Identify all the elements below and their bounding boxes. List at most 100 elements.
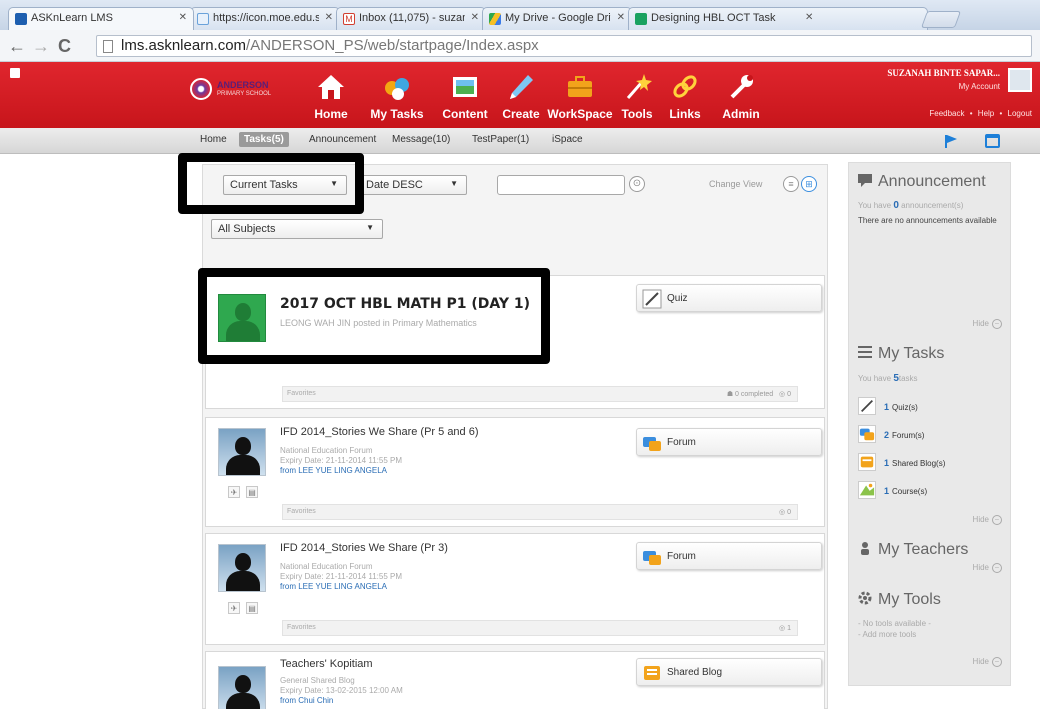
browser-tab-lms[interactable]: ASKnLearn LMS ✕ <box>8 7 194 30</box>
browser-tab-sheets[interactable]: Designing HBL OCT Task ✕ <box>628 7 928 30</box>
menu-workspace[interactable]: WorkSpace <box>540 62 620 128</box>
hide-tasks-button[interactable]: Hide – <box>973 515 1002 525</box>
change-view-label: Change View <box>709 179 763 189</box>
list-view-icon[interactable]: ≡ <box>783 176 799 192</box>
forum-icon <box>643 437 661 451</box>
subnav-message[interactable]: Message(10) <box>392 134 450 145</box>
browser-tabstrip: ASKnLearn LMS ✕ https://icon.moe.edu.sg/… <box>0 0 1040 30</box>
url-path: /ANDERSON_PS/web/startpage/Index.aspx <box>246 37 539 54</box>
subnav-ispace[interactable]: iSpace <box>552 134 583 145</box>
forum-icon <box>858 425 876 443</box>
comment-icon: ◎ <box>779 625 786 632</box>
author-avatar <box>218 544 266 592</box>
flag-icon[interactable] <box>944 134 958 148</box>
favorites-bar[interactable]: Favorites ◎ 0 <box>282 504 798 520</box>
hide-tools-button[interactable]: Hide – <box>973 657 1002 667</box>
task-from: from LEE YUE LING ANGELA <box>280 466 388 475</box>
menu-admin[interactable]: Admin <box>718 62 764 128</box>
grid-view-icon[interactable]: ⊞ <box>801 176 817 192</box>
logout-link[interactable]: Logout <box>1008 109 1032 118</box>
calendar-icon[interactable] <box>985 134 1000 148</box>
menu-content[interactable]: Content <box>436 62 494 128</box>
chevron-down-icon: ▼ <box>450 179 458 188</box>
no-tools-text: - No tools available - <box>858 619 931 628</box>
hide-announcement-button[interactable]: Hide – <box>973 319 1002 329</box>
forward-arrow-icon[interactable]: → <box>32 36 50 56</box>
address-bar[interactable]: lms.asknlearn.com/ANDERSON_PS/web/startp… <box>96 35 1032 57</box>
subnav-announcement[interactable]: Announcement <box>309 134 376 145</box>
feedback-link[interactable]: Feedback <box>929 109 964 118</box>
sort-select[interactable]: Date DESC ▼ <box>359 175 467 195</box>
url-domain: lms.asknlearn.com <box>121 37 247 54</box>
author-avatar <box>218 666 266 709</box>
comment-count: 0 <box>787 391 791 398</box>
favorites-bar[interactable]: Favorites ☗ 0 completed ◎ 0 <box>282 386 798 402</box>
reload-icon[interactable]: C <box>58 36 71 56</box>
menu-links[interactable]: Links <box>664 62 706 128</box>
sheets-favicon-icon <box>635 13 647 25</box>
comment-icon: ◎ <box>779 509 786 516</box>
my-account-link[interactable]: My Account <box>959 82 1000 91</box>
tab-close-icon[interactable]: ✕ <box>325 12 333 23</box>
browser-tab-gmail[interactable]: M Inbox (11,075) - suzanah ✕ <box>336 7 486 30</box>
browser-tab-drive[interactable]: My Drive - Google Drive ✕ <box>482 7 632 30</box>
search-input[interactable] <box>497 175 625 195</box>
favorites-bar[interactable]: Favorites ◎ 1 <box>282 620 798 636</box>
menu-create[interactable]: Create <box>496 62 546 128</box>
content-icon <box>453 77 477 97</box>
task-title[interactable]: Teachers' Kopitiam <box>280 658 373 670</box>
add-tools-link[interactable]: - Add more tools <box>858 630 916 639</box>
subnav-home[interactable]: Home <box>200 134 227 145</box>
person-icon <box>861 542 869 555</box>
collapse-icon: – <box>992 657 1002 667</box>
announcement-count: You have 0 announcement(s) <box>858 200 964 211</box>
message-icon[interactable]: ▤ <box>246 602 258 614</box>
tab-close-icon[interactable]: ✕ <box>617 12 625 23</box>
pin-icon[interactable]: ✈ <box>228 486 240 498</box>
task-list-panel: Current Tasks ▼ Date DESC ▼ ⊙ Change Vie… <box>202 164 828 709</box>
announcement-empty-text: There are no announcements available <box>858 216 997 225</box>
hide-teachers-button[interactable]: Hide – <box>973 563 1002 573</box>
task-title[interactable]: IFD 2014_Stories We Share (Pr 5 and 6) <box>280 426 479 438</box>
back-arrow-icon[interactable]: ← <box>8 36 26 56</box>
task-title[interactable]: IFD 2014_Stories We Share (Pr 3) <box>280 542 448 554</box>
quiz-icon <box>642 289 662 309</box>
school-logo[interactable]: ANDERSON PRIMARY SCHOOL <box>190 76 278 104</box>
task-expiry: Expiry Date: 21-11-2014 11:55 PM <box>280 456 402 465</box>
pin-icon[interactable]: ✈ <box>228 602 240 614</box>
tasks-icon <box>385 78 409 100</box>
browser-tab-icon-moe[interactable]: https://icon.moe.edu.sg/ ✕ <box>190 7 340 30</box>
my-tools-title: My Tools <box>858 591 941 609</box>
browser-toolbar: ← → C lms.asknlearn.com/ANDERSON_PS/web/… <box>0 30 1040 62</box>
lms-favicon-icon <box>15 13 27 25</box>
links-icon <box>673 75 697 98</box>
menu-tools[interactable]: Tools <box>616 62 658 128</box>
lms-header: ANDERSON PRIMARY SCHOOL Home My Tasks Co… <box>0 62 1040 128</box>
task-card-shared-blog[interactable]: Teachers' Kopitiam General Shared Blog E… <box>205 651 825 709</box>
drive-favicon-icon <box>489 13 501 25</box>
highlight-box-filter <box>178 153 364 214</box>
search-icon[interactable]: ⊙ <box>629 176 645 192</box>
message-icon[interactable]: ▤ <box>246 486 258 498</box>
user-avatar[interactable] <box>1008 68 1032 92</box>
completed-count: 0 completed <box>735 391 774 398</box>
subject-select[interactable]: All Subjects ▼ <box>211 219 383 239</box>
collapse-icon: – <box>992 563 1002 573</box>
collapse-icon[interactable] <box>10 68 20 78</box>
menu-home[interactable]: Home <box>306 62 356 128</box>
tab-close-icon[interactable]: ✕ <box>805 12 813 23</box>
task-card-forum[interactable]: ✈ ▤ IFD 2014_Stories We Share (Pr 5 and … <box>205 417 825 527</box>
new-tab-button[interactable] <box>920 11 962 28</box>
subnav-testpaper[interactable]: TestPaper(1) <box>472 134 529 145</box>
task-card-forum[interactable]: ✈ ▤ IFD 2014_Stories We Share (Pr 3) Nat… <box>205 533 825 645</box>
menu-my-tasks[interactable]: My Tasks <box>364 62 430 128</box>
user-name[interactable]: SUZANAH BINTE SAPAR... <box>887 68 1000 78</box>
subnav-tasks[interactable]: Tasks(5) <box>239 132 289 147</box>
tab-close-icon[interactable]: ✕ <box>471 12 479 23</box>
tools-icon <box>626 74 652 99</box>
completed-icon: ☗ <box>726 391 734 398</box>
create-icon <box>510 75 533 99</box>
tab-close-icon[interactable]: ✕ <box>179 12 187 23</box>
task-from: from Chui Chin <box>280 696 334 705</box>
help-link[interactable]: Help <box>978 109 994 118</box>
